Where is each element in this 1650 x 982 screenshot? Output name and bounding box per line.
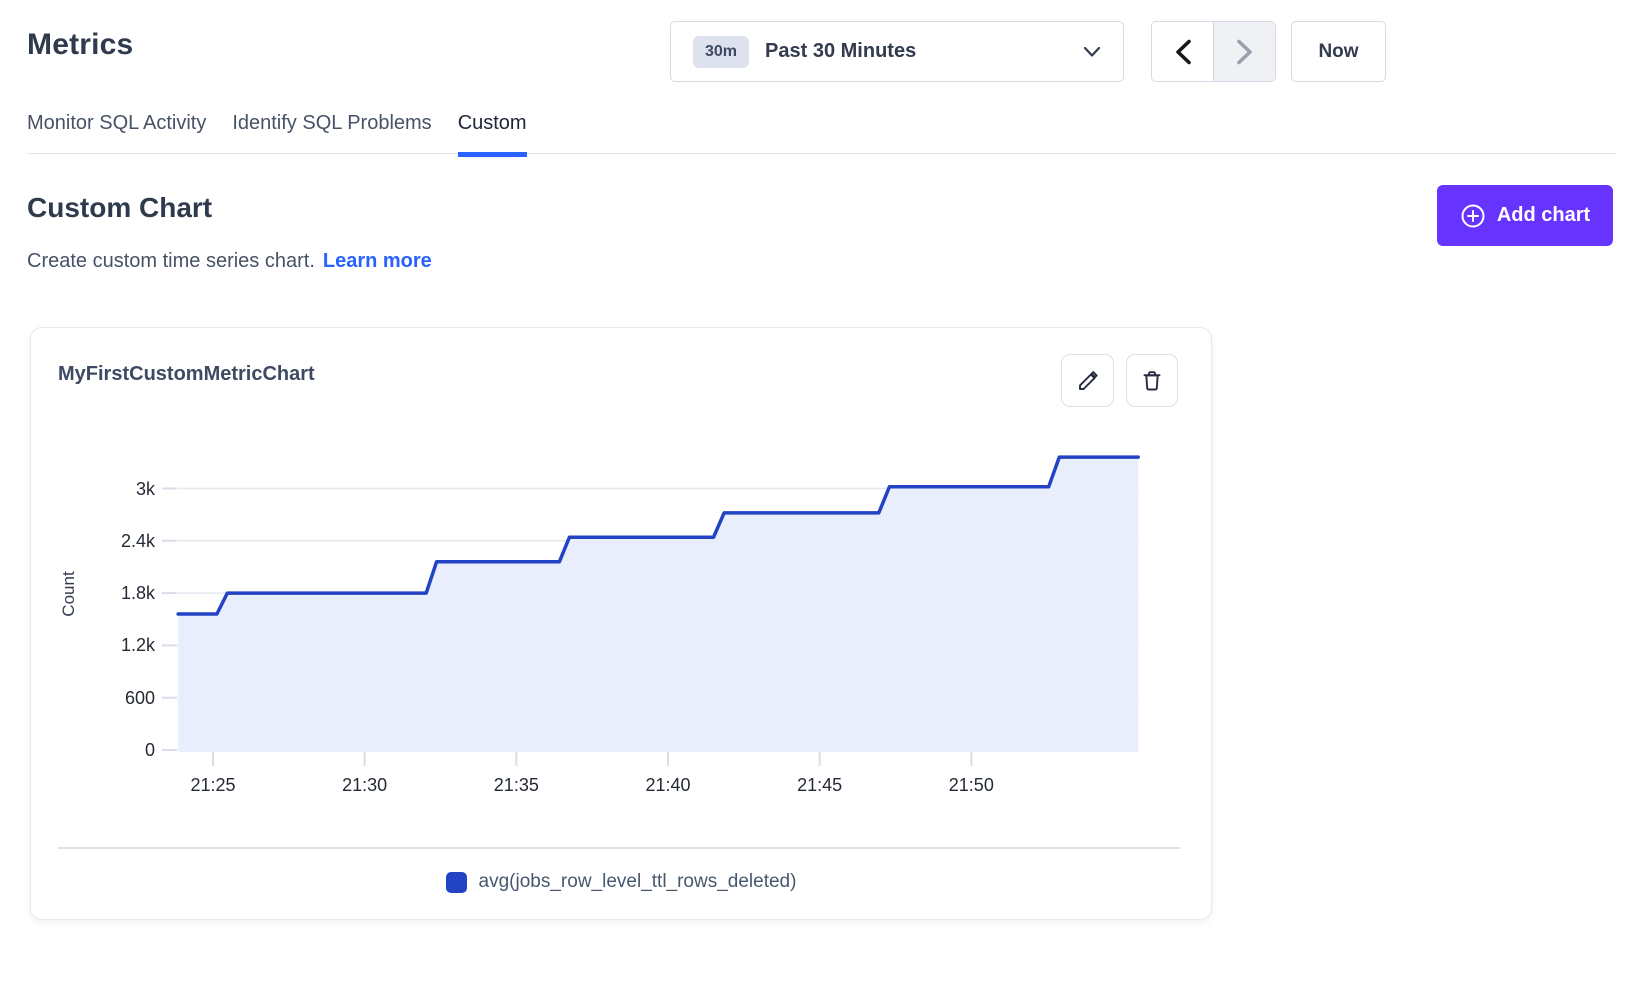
legend-divider bbox=[58, 847, 1180, 849]
time-range-selector[interactable]: 30m Past 30 Minutes bbox=[670, 21, 1124, 82]
x-tick-label: 21:25 bbox=[168, 772, 258, 798]
series-area-fill bbox=[178, 457, 1138, 752]
chevron-right-icon bbox=[1236, 39, 1254, 65]
tab-identify-sql-problems[interactable]: Identify SQL Problems bbox=[232, 104, 431, 157]
learn-more-link[interactable]: Learn more bbox=[323, 250, 432, 272]
section-title: Custom Chart bbox=[27, 192, 212, 224]
chevron-left-icon bbox=[1174, 39, 1192, 65]
section-description: Create custom time series chart. Learn mo… bbox=[27, 250, 432, 273]
legend-series-label: avg(jobs_row_level_ttl_rows_deleted) bbox=[479, 871, 797, 893]
x-tick-label: 21:30 bbox=[320, 772, 410, 798]
tab-monitor-sql-activity[interactable]: Monitor SQL Activity bbox=[27, 104, 206, 157]
page-title: Metrics bbox=[27, 28, 133, 62]
time-window-pager bbox=[1151, 21, 1276, 82]
time-range-label: Past 30 Minutes bbox=[765, 40, 916, 63]
y-tick-label: 0 bbox=[70, 737, 155, 763]
y-tick-label: 3k bbox=[70, 476, 155, 502]
edit-chart-button[interactable] bbox=[1061, 354, 1114, 407]
y-tick-label: 2.4k bbox=[70, 528, 155, 554]
y-tick-label: 1.8k bbox=[70, 580, 155, 606]
previous-time-window-button[interactable] bbox=[1152, 22, 1213, 81]
x-tick-label: 21:40 bbox=[623, 772, 713, 798]
plus-circle-icon bbox=[1460, 203, 1486, 229]
chart-legend: avg(jobs_row_level_ttl_rows_deleted) bbox=[30, 871, 1212, 893]
tab-custom[interactable]: Custom bbox=[458, 104, 527, 157]
y-tick-label: 1.2k bbox=[70, 632, 155, 658]
trash-icon bbox=[1140, 369, 1164, 393]
now-button[interactable]: Now bbox=[1291, 21, 1386, 82]
x-tick-label: 21:45 bbox=[775, 772, 865, 798]
chevron-down-icon bbox=[1083, 46, 1101, 58]
chart-title: MyFirstCustomMetricChart bbox=[58, 363, 315, 386]
time-range-shortcut-badge: 30m bbox=[693, 36, 749, 68]
add-chart-button-label: Add chart bbox=[1497, 204, 1590, 227]
delete-chart-button[interactable] bbox=[1126, 354, 1178, 407]
x-tick-label: 21:35 bbox=[471, 772, 561, 798]
legend-swatch bbox=[446, 872, 467, 893]
add-chart-button[interactable]: Add chart bbox=[1437, 185, 1613, 246]
y-tick-label: 600 bbox=[70, 685, 155, 711]
tab-bar: Monitor SQL Activity Identify SQL Proble… bbox=[27, 104, 527, 157]
metrics-page: Metrics 30m Past 30 Minutes Now Monitor … bbox=[0, 0, 1650, 982]
next-time-window-button[interactable] bbox=[1213, 22, 1275, 81]
custom-chart-plot[interactable] bbox=[160, 425, 1155, 770]
x-tick-label: 21:50 bbox=[926, 772, 1016, 798]
pencil-icon bbox=[1076, 369, 1100, 393]
section-description-text: Create custom time series chart. bbox=[27, 250, 315, 272]
